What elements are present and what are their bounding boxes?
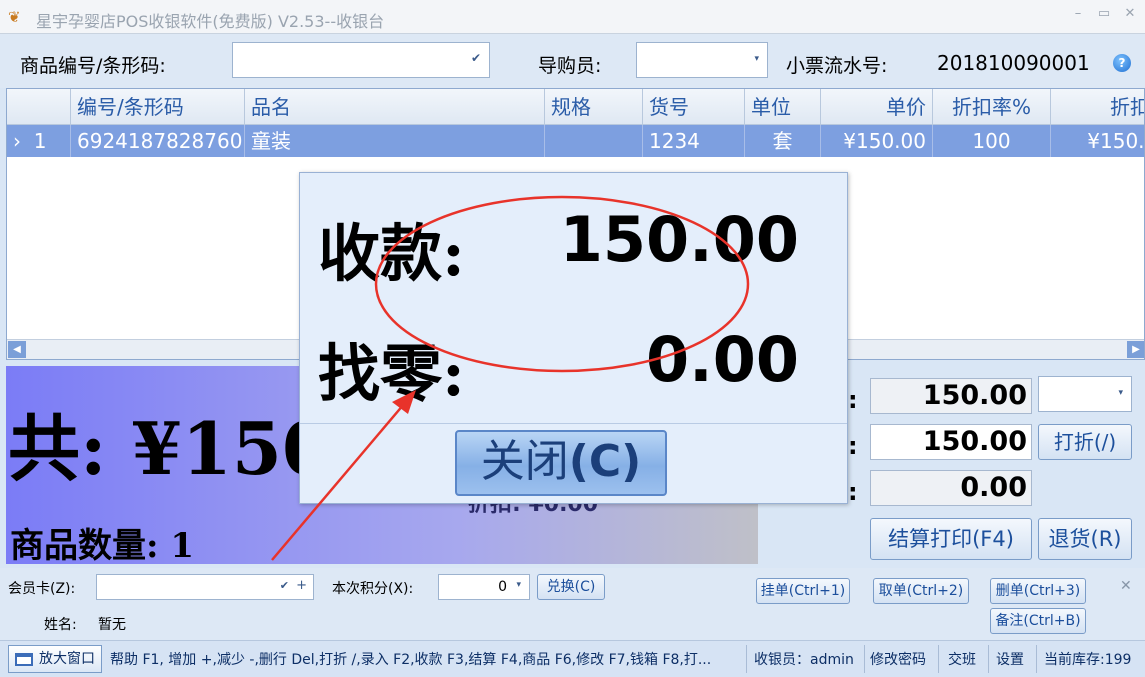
cell-discount-rate[interactable]: 100 <box>933 125 1051 157</box>
column-header-discount-price[interactable]: 折扣价 <box>1051 89 1144 124</box>
window-title: 星宇孕婴店POS收银软件(免费版) V2.53--收银台 <box>36 12 385 31</box>
change-colon: : <box>848 478 858 506</box>
cashier-label: 收银员：admin <box>754 652 854 668</box>
note-button[interactable]: 备注(Ctrl+B) <box>990 608 1086 634</box>
settings-link[interactable]: 设置 <box>996 649 1024 669</box>
table-row[interactable]: › 1 6924187828760 童装 1234 套 ¥150.00 100 … <box>7 125 1144 157</box>
window-icon <box>15 653 33 666</box>
member-card-label: 会员卡(Z): <box>8 581 76 597</box>
item-quantity: 商品数量: 1 <box>10 526 195 564</box>
chevron-down-icon[interactable]: ▾ <box>516 580 521 590</box>
change-password-link[interactable]: 修改密码 <box>870 649 926 669</box>
received-field[interactable]: 150.00 <box>870 424 1032 460</box>
receivable-field: 150.00 <box>870 378 1032 414</box>
row-index: 1 <box>33 129 47 153</box>
close-dialog-label: 关闭 <box>480 436 569 487</box>
close-icon[interactable]: ✕ <box>1120 578 1132 594</box>
chevron-down-icon[interactable]: ▾ <box>1118 388 1123 398</box>
points-label: 本次积分(X): <box>332 581 414 597</box>
pay-amount: 150.00 <box>559 203 799 276</box>
row-marker-icon: › <box>13 129 21 153</box>
divider <box>864 645 865 673</box>
divider <box>1036 645 1037 673</box>
grid-header: 编号/条形码 品名 规格 货号 单位 单价 折扣率% 折扣价 <box>7 89 1144 125</box>
status-bar: 放大窗口 帮助 F1, 增加 +,减少 -,删行 Del,打折 /,录入 F2,… <box>0 640 1145 677</box>
receipt-number: 201810090001 <box>937 51 1090 75</box>
divider <box>746 645 747 673</box>
column-header-price[interactable]: 单价 <box>821 89 933 124</box>
member-card-combo[interactable]: ✔ + <box>96 574 314 600</box>
salesperson-label: 导购员: <box>538 55 602 77</box>
column-header-discount-rate[interactable]: 折扣率% <box>933 89 1051 124</box>
received-colon: : <box>848 432 858 460</box>
column-header-spec[interactable]: 规格 <box>545 89 643 124</box>
scroll-left-icon[interactable]: ◀ <box>8 341 26 358</box>
discount-button[interactable]: 打折(/) <box>1038 424 1132 460</box>
cell-spec[interactable] <box>545 125 643 157</box>
name-label: 姓名: <box>44 617 77 633</box>
pay-label: 收款: <box>318 217 465 290</box>
barcode-combo[interactable]: ✔ <box>232 42 490 78</box>
member-bar: 会员卡(Z): ✔ + 本次积分(X): 0 ▾ 兑换(C) 挂单(Ctrl+1… <box>0 568 1145 640</box>
points-spinner[interactable]: 0 ▾ <box>438 574 530 600</box>
app-icon: ❦ <box>8 8 21 26</box>
chevron-down-icon[interactable]: ✔ <box>471 51 481 65</box>
maximize-button[interactable]: ▭ <box>1094 6 1114 21</box>
cell-name[interactable]: 童装 <box>245 125 545 157</box>
column-header-name[interactable]: 品名 <box>245 89 545 124</box>
return-button[interactable]: 退货(R) <box>1038 518 1132 560</box>
close-dialog-button[interactable]: 关闭(C) <box>455 430 667 496</box>
add-icon[interactable]: + <box>296 578 307 593</box>
points-value: 0 <box>498 579 507 595</box>
name-value: 暂无 <box>98 617 126 633</box>
chevron-down-icon[interactable]: ✔ <box>280 579 289 592</box>
change-field: 0.00 <box>870 470 1032 506</box>
shortcut-help-text: 帮助 F1, 增加 +,减少 -,删行 Del,打折 /,录入 F2,收款 F3… <box>110 652 712 668</box>
cell-barcode[interactable]: 6924187828760 <box>71 125 245 157</box>
title-bar: ❦ 星宇孕婴店POS收银软件(免费版) V2.53--收银台 – ▭ ✕ <box>0 0 1145 34</box>
cell-price[interactable]: ¥150.00 <box>821 125 933 157</box>
change-amount: 0.00 <box>646 323 799 396</box>
close-dialog-shortcut: (C) <box>568 436 642 487</box>
cell-unit[interactable]: 套 <box>745 125 821 157</box>
fetch-order-button[interactable]: 取单(Ctrl+2) <box>873 578 969 604</box>
redeem-button[interactable]: 兑换(C) <box>537 574 605 600</box>
zoom-window-label: 放大窗口 <box>39 651 95 667</box>
row-indicator: › 1 <box>7 125 71 157</box>
stock-label: 当前库存:199 <box>1044 652 1132 668</box>
zoom-window-button[interactable]: 放大窗口 <box>8 645 102 673</box>
divider <box>988 645 989 673</box>
divider <box>938 645 939 673</box>
payment-dialog: 收款: 150.00 找零: 0.00 关闭(C) <box>299 172 848 504</box>
payment-method-combo[interactable]: ▾ <box>1038 376 1132 412</box>
change-label: 找零: <box>318 337 465 410</box>
delete-order-button[interactable]: 删单(Ctrl+3) <box>990 578 1086 604</box>
shift-link[interactable]: 交班 <box>948 649 976 669</box>
receipt-label: 小票流水号: <box>786 55 888 77</box>
hold-order-button[interactable]: 挂单(Ctrl+1) <box>756 578 850 604</box>
minimize-button[interactable]: – <box>1068 6 1088 21</box>
info-icon[interactable]: ? <box>1113 54 1131 72</box>
chevron-down-icon[interactable]: ▾ <box>754 54 759 64</box>
dialog-footer: 关闭(C) <box>300 423 847 503</box>
column-header-unit[interactable]: 单位 <box>745 89 821 124</box>
cell-sku[interactable]: 1234 <box>643 125 745 157</box>
column-header-sku[interactable]: 货号 <box>643 89 745 124</box>
close-window-button[interactable]: ✕ <box>1120 6 1140 21</box>
receivable-colon: : <box>848 386 858 414</box>
row-header-corner <box>7 89 71 124</box>
scroll-right-icon[interactable]: ▶ <box>1127 341 1144 358</box>
column-header-barcode[interactable]: 编号/条形码 <box>71 89 245 124</box>
checkout-print-button[interactable]: 结算打印(F4) <box>870 518 1032 560</box>
cell-discount-price[interactable]: ¥150.00 <box>1051 125 1144 157</box>
toolbar: 商品编号/条形码: ✔ 导购员: ▾ 小票流水号: 201810090001 ? <box>0 34 1145 88</box>
salesperson-combo[interactable]: ▾ <box>636 42 768 78</box>
barcode-label: 商品编号/条形码: <box>20 55 166 77</box>
